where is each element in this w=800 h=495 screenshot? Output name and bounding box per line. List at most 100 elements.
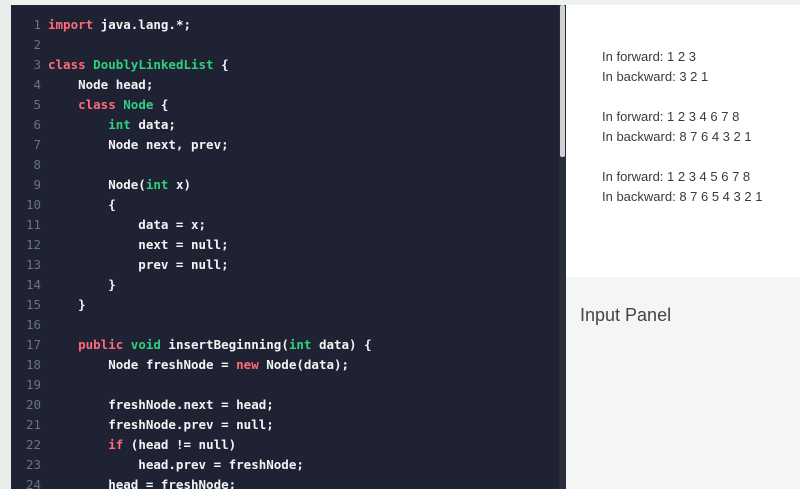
code-line[interactable]: 23 head.prev = freshNode; [11, 455, 304, 475]
line-number: 16 [25, 317, 41, 332]
code-token: next = null; [48, 237, 229, 252]
line-number: 24 [25, 477, 41, 490]
code-token: void [130, 337, 161, 352]
line-number: 23 [25, 457, 41, 472]
window-left-edge [0, 0, 11, 495]
code-token: Node( [48, 177, 146, 192]
code-line[interactable]: 15 } [11, 295, 86, 315]
line-number: 7 [33, 137, 41, 152]
line-number: 12 [25, 237, 41, 252]
code-token: freshNode.prev = null; [48, 417, 274, 432]
line-number: 5 [33, 97, 41, 112]
code-token: int [108, 117, 131, 132]
output-line: In backward: 8 7 6 5 4 3 2 1 [602, 189, 763, 204]
code-line[interactable]: 17 public void insertBeginning(int data)… [11, 335, 372, 355]
line-number: 19 [25, 377, 41, 392]
code-token: if [108, 437, 124, 452]
code-line[interactable]: 12 next = null; [11, 235, 229, 255]
code-line[interactable]: 24 head = freshNode; [11, 475, 236, 490]
code-token: int [288, 337, 312, 352]
line-number: 10 [25, 197, 41, 212]
editor-scroll-thumb[interactable] [560, 5, 565, 157]
code-line[interactable]: 2 [11, 35, 48, 55]
code-token: { [213, 57, 229, 72]
code-token: class [48, 57, 86, 72]
line-number: 2 [33, 37, 41, 52]
code-line[interactable]: 6 int data; [11, 115, 176, 135]
code-line[interactable]: 21 freshNode.prev = null; [11, 415, 274, 435]
code-token: { [48, 197, 116, 212]
code-token: data; [130, 117, 176, 132]
line-number: 18 [25, 357, 41, 372]
output-line: In forward: 1 2 3 [602, 49, 696, 64]
line-number: 14 [25, 277, 41, 292]
line-number: 15 [25, 297, 41, 312]
code-line[interactable]: 8 [11, 155, 48, 175]
code-token: } [48, 297, 86, 312]
code-line[interactable]: 19 [11, 375, 48, 395]
code-token: Node [123, 97, 154, 112]
line-number: 22 [25, 437, 41, 452]
code-token: x) [168, 177, 191, 192]
code-token: insertBeginning( [160, 337, 289, 352]
code-token: new [236, 357, 259, 372]
output-line: In forward: 1 2 3 4 6 7 8 [602, 109, 740, 124]
line-number: 4 [33, 77, 41, 92]
editor-scrollbar[interactable] [559, 5, 566, 490]
code-line[interactable]: 22 if (head != null) [11, 435, 236, 455]
code-line[interactable]: 9 Node(int x) [11, 175, 191, 195]
code-token: { [153, 97, 169, 112]
output-line: In backward: 3 2 1 [602, 69, 709, 84]
code-token: java.lang.*; [93, 17, 191, 32]
code-token: Node head; [48, 77, 154, 92]
code-line[interactable]: 1 import java.lang.*; [11, 15, 191, 35]
output-panel: In forward: 1 2 3 In backward: 3 2 1 In fo… [566, 5, 800, 277]
code-line[interactable]: 14 } [11, 275, 116, 295]
input-panel[interactable]: Input Panel [566, 277, 800, 489]
code-editor[interactable]: 1 import java.lang.*; 2 3 class DoublyLinked… [11, 5, 559, 490]
line-number: 3 [33, 57, 41, 72]
code-token: } [48, 277, 116, 292]
code-line[interactable]: 16 [11, 315, 48, 335]
code-line[interactable]: 13 prev = null; [11, 255, 229, 275]
code-token: DoublyLinkedList [93, 57, 214, 72]
code-token: prev = null; [48, 257, 229, 272]
code-line[interactable]: 20 freshNode.next = head; [11, 395, 274, 415]
code-token: Node freshNode = [48, 357, 237, 372]
code-line[interactable]: 10 { [11, 195, 116, 215]
code-token: freshNode.next = head; [48, 397, 274, 412]
code-token: data) { [311, 337, 372, 352]
line-number: 9 [33, 177, 41, 192]
output-line: In forward: 1 2 3 4 5 6 7 8 [602, 169, 751, 184]
code-token: import [48, 17, 94, 32]
line-number: 11 [25, 217, 41, 232]
code-line[interactable]: 4 Node head; [11, 75, 153, 95]
line-number: 21 [25, 417, 41, 432]
output-line: In backward: 8 7 6 4 3 2 1 [602, 129, 752, 144]
code-line[interactable]: 11 data = x; [11, 215, 206, 235]
code-token: int [145, 177, 169, 192]
code-token: class [78, 97, 116, 112]
bottom-bar [0, 489, 800, 495]
code-token: data = x; [48, 217, 207, 232]
line-number: 17 [25, 337, 41, 352]
code-line[interactable]: 7 Node next, prev; [11, 135, 228, 155]
code-line[interactable]: 3 class DoublyLinkedList { [11, 55, 229, 75]
code-token: (head != null) [123, 437, 237, 452]
line-number: 1 [33, 17, 41, 32]
input-panel-title: Input Panel [580, 305, 672, 325]
code-token: head.prev = freshNode; [48, 457, 304, 472]
line-number: 8 [33, 157, 41, 172]
line-number: 6 [33, 117, 41, 132]
code-line[interactable]: 5 class Node { [11, 95, 168, 115]
code-token: public [78, 337, 124, 352]
line-number: 13 [25, 257, 41, 272]
line-number: 20 [25, 397, 41, 412]
code-token: Node(data); [258, 357, 350, 372]
code-line[interactable]: 18 Node freshNode = new Node(data); [11, 355, 349, 375]
